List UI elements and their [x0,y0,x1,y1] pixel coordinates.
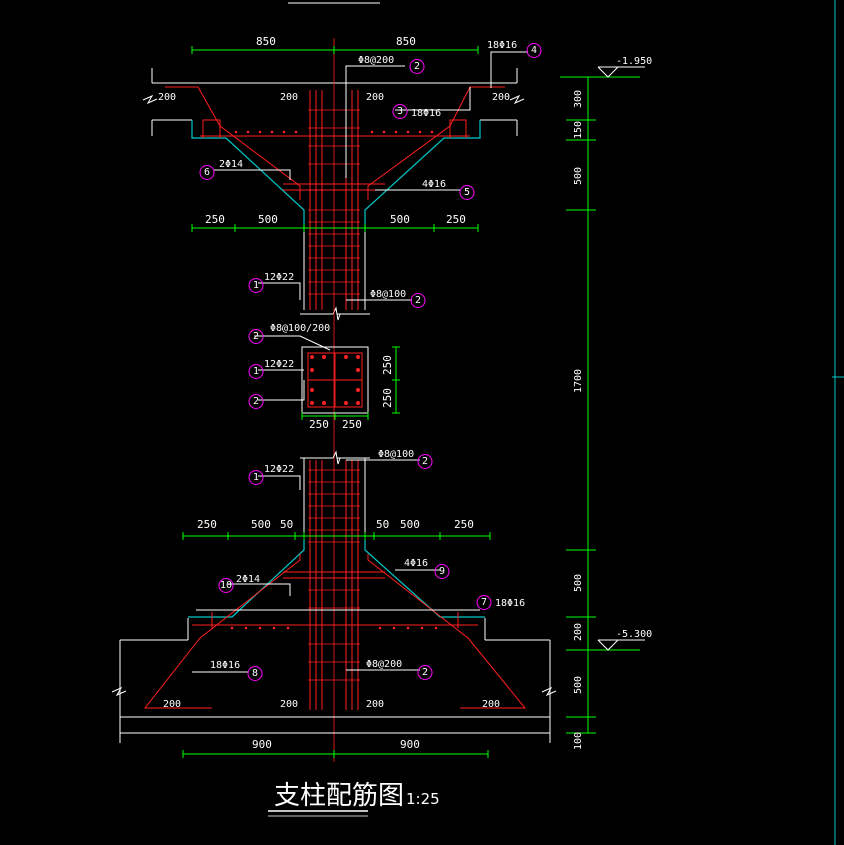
label-12phi22-section: 12Φ22 [264,359,294,370]
dim-bot-200-d: 200 [482,699,500,710]
label-phi8-100-200: Φ8@100/200 [270,323,330,334]
dim-sec-250-v2: 250 [381,388,394,408]
dim-bot-900-r: 900 [400,738,420,751]
dim-bot-200-a: 200 [163,699,181,710]
label-12phi22-top: 12Φ22 [264,272,294,283]
column-reinforcement-drawing: 850 850 200 200 200 200 250 500 500 250 … [0,0,844,845]
dim-haunch-250-l: 250 [205,213,225,226]
dim-sec-250-a: 250 [309,418,329,431]
label-4phi16-top: 4Φ16 [422,179,446,190]
dim-v-1700: 1700 [573,369,584,393]
dim-v-300: 300 [573,90,584,108]
tag-6: 6 [204,167,210,178]
label-phi8-200-top: Φ8@200 [358,55,394,66]
dim-v-150: 150 [573,121,584,139]
tag-8: 8 [252,668,258,679]
dim-top-200-c: 200 [366,92,384,103]
elevation-top: -1.950 [616,56,652,67]
tag-7: 7 [481,597,487,608]
dim-v-500-top: 500 [573,167,584,185]
tag-2-e: 2 [422,456,428,467]
dim-low-50-l: 50 [280,518,293,531]
label-phi8-200-bottom: Φ8@200 [366,659,402,670]
dim-bot-900-l: 900 [252,738,272,751]
label-4phi16-bottom: 4Φ16 [404,558,428,569]
tag-2-b: 2 [415,295,421,306]
dim-top-850-right: 850 [396,35,416,48]
dim-v-200: 200 [573,623,584,641]
dim-low-50-r: 50 [376,518,389,531]
dim-bot-200-b: 200 [280,699,298,710]
dim-bot-200-c: 200 [366,699,384,710]
tag-1-b: 1 [253,366,259,377]
label-18phi16-mid: 18Φ16 [411,108,441,119]
label-2phi14-top: 2Φ14 [219,159,243,170]
label-phi8-100-bottom: Φ8@100 [378,449,414,460]
dim-sec-250-b: 250 [342,418,362,431]
drawing-title: 支柱配筋图 [274,781,404,811]
tag-4: 4 [531,45,537,56]
dim-haunch-500-l: 500 [258,213,278,226]
tag-5: 5 [464,187,470,198]
tag-3: 3 [397,106,403,117]
tag-2-f: 2 [422,667,428,678]
column-section [301,346,369,414]
label-18phi16-right: 18Φ16 [495,598,525,609]
tag-1-a: 1 [253,280,259,291]
tag-2-a: 2 [414,61,420,72]
tag-2-d: 2 [253,396,259,407]
dim-haunch-250-r: 250 [446,213,466,226]
dim-low-250-r: 250 [454,518,474,531]
dim-low-500-l: 500 [251,518,271,531]
tag-2-c: 2 [253,331,259,342]
dim-low-500-r: 500 [400,518,420,531]
dim-v-500-bot: 500 [573,574,584,592]
elevation-bottom: -5.300 [616,629,652,640]
dim-top-850-left: 850 [256,35,276,48]
label-phi8-100-top: Φ8@100 [370,289,406,300]
dim-low-250-l: 250 [197,518,217,531]
label-12phi22-bottom: 12Φ22 [264,464,294,475]
label-2phi14-bottom: 2Φ14 [236,574,260,585]
label-18phi16-top: 18Φ16 [487,40,517,51]
dim-top-200-a: 200 [158,92,176,103]
tag-1-c: 1 [253,472,259,483]
dim-v-500-base: 500 [573,676,584,694]
tag-10: 10 [220,580,232,591]
drawing-scale: 1:25 [406,790,440,808]
dim-top-200-d: 200 [492,92,510,103]
dim-sec-250-v1: 250 [381,355,394,375]
tag-9: 9 [439,566,445,577]
dim-v-100: 100 [573,732,584,750]
dim-top-200-b: 200 [280,92,298,103]
dim-haunch-500-r: 500 [390,213,410,226]
label-18phi16-base: 18Φ16 [210,660,240,671]
